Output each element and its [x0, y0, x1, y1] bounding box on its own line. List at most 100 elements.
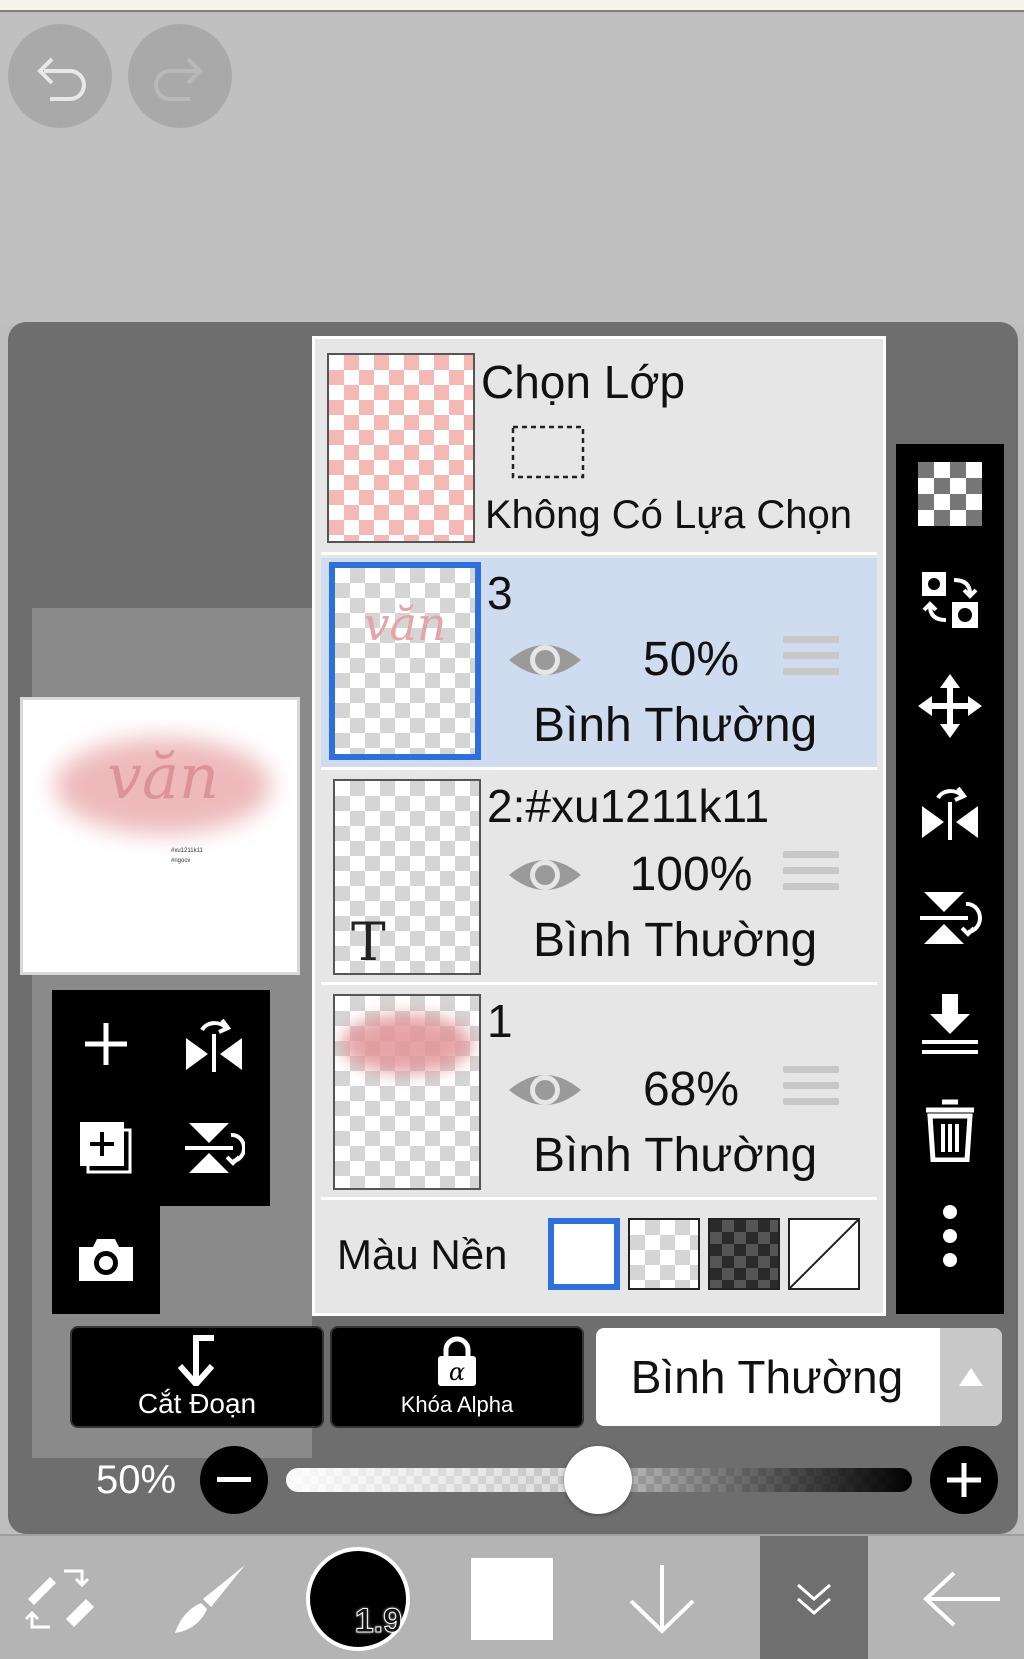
add-copy-layer-button[interactable] [56, 1098, 156, 1198]
opacity-slider-thumb[interactable] [564, 1446, 632, 1514]
camera-icon [79, 1239, 133, 1281]
layer-blend-1: Bình Thường [533, 1129, 818, 1182]
alpha-lock-button[interactable]: α Khóa Alpha [330, 1326, 584, 1428]
plus-icon [947, 1463, 981, 1497]
svg-text:#ngocv: #ngocv [171, 858, 190, 864]
back-button[interactable] [910, 1536, 1014, 1659]
opacity-increase-button[interactable] [930, 1446, 998, 1514]
add-layer-icon [85, 1023, 127, 1065]
arrow-left-icon [923, 1571, 1000, 1626]
background-transparent-swatch[interactable] [628, 1218, 700, 1290]
flip-horizontal-button[interactable] [164, 994, 264, 1094]
flip-vertical-icon [920, 892, 982, 944]
add-copy-icon [80, 1122, 132, 1174]
status-strip [0, 0, 1024, 12]
clip-label: Cắt Đoạn [137, 1388, 257, 1419]
svg-text:#xu1211k11: #xu1211k11 [171, 848, 203, 854]
add-layer-button[interactable] [56, 994, 156, 1094]
undo-button[interactable] [8, 24, 112, 128]
swap-icon [922, 572, 978, 628]
brush-size-button[interactable]: 1.9 [300, 1536, 416, 1659]
drag-handle-icon[interactable] [783, 1066, 839, 1112]
layer-thumbnail-3: văn [329, 562, 481, 760]
layers-list: Chọn Lớp Không Có Lựa Chọn văn 3 50% Bìn… [312, 336, 886, 1316]
opacity-slider-row: 50% [0, 1440, 1024, 1520]
background-none-swatch[interactable] [788, 1218, 860, 1290]
text-layer-icon: T [351, 913, 386, 973]
background-white-swatch[interactable] [548, 1218, 620, 1290]
brush-size-indicator: 1.9 [306, 1546, 410, 1651]
svg-text:văn: văn [363, 597, 446, 651]
layer-row-3[interactable]: văn 3 50% Bình Thường [321, 558, 877, 770]
undo-icon [37, 57, 86, 101]
bottom-toolbar: 1.9 [0, 1534, 1024, 1659]
move-button[interactable] [896, 656, 1004, 756]
selection-marquee-icon [511, 425, 585, 479]
clipping-arrow-icon [177, 1335, 215, 1386]
svg-text:α: α [449, 1358, 465, 1386]
drag-handle-icon[interactable] [783, 851, 839, 897]
flip-horizontal-layer-button[interactable] [896, 762, 1004, 862]
merge-down-button[interactable] [896, 974, 1004, 1074]
color-button[interactable] [460, 1536, 564, 1659]
layer-down-button[interactable] [612, 1536, 712, 1659]
eye-icon[interactable] [507, 1066, 583, 1114]
svg-text:văn: văn [107, 740, 219, 813]
selection-status: Không Có Lựa Chọn [485, 493, 853, 537]
trash-icon [926, 1099, 974, 1162]
flip-vertical-icon [185, 1123, 245, 1173]
selection-thumbnail [327, 353, 475, 543]
camera-button[interactable] [56, 1210, 156, 1310]
layer-thumbnail-2: T [333, 779, 481, 975]
blend-mode-toggle[interactable] [940, 1328, 1002, 1426]
brush-icon [175, 1564, 245, 1633]
swap-button[interactable] [896, 550, 1004, 650]
opacity-value: 50% [96, 1458, 177, 1502]
layer-name-2: 2:#xu1211k11 [487, 780, 770, 832]
opacity-decrease-button[interactable] [200, 1446, 268, 1514]
chevron-double-down-icon [797, 1583, 831, 1615]
flip-vertical-layer-button[interactable] [896, 868, 1004, 968]
eye-icon[interactable] [507, 851, 583, 899]
layer-row-2[interactable]: T 2:#xu1211k11 100% Bình Thường [321, 773, 877, 985]
layer-opacity-3: 50% [642, 633, 740, 686]
selection-layer-row[interactable]: Chọn Lớp Không Có Lựa Chọn [321, 345, 877, 555]
layer-name-3: 3 [487, 567, 513, 619]
background-dark-swatch[interactable] [708, 1218, 780, 1290]
lock-icon: α [438, 1336, 476, 1386]
flip-horizontal-icon [186, 1018, 242, 1072]
transparency-icon [918, 462, 982, 526]
flip-horizontal-icon [922, 786, 978, 840]
clip-button[interactable]: Cắt Đoạn [70, 1326, 324, 1428]
drag-handle-icon[interactable] [783, 636, 839, 682]
blend-mode-value: Bình Thường [630, 1351, 904, 1403]
merge-down-icon [922, 994, 978, 1054]
eye-icon[interactable] [507, 636, 583, 684]
redo-button[interactable] [128, 24, 232, 128]
transparency-button[interactable] [896, 444, 1004, 544]
more-options-button[interactable] [896, 1186, 1004, 1286]
brush-tool-button[interactable] [156, 1536, 266, 1659]
background-label: Màu Nền [337, 1231, 508, 1278]
layers-toggle-button[interactable] [760, 1536, 868, 1659]
canvas-preview[interactable]: văn #xu1211k11 #ngocv [20, 697, 300, 975]
delete-layer-button[interactable] [896, 1080, 1004, 1180]
redo-icon [154, 57, 203, 101]
arrow-down-icon [629, 1564, 695, 1634]
flip-vertical-button[interactable] [164, 1098, 264, 1198]
layer-row-1[interactable]: 1 68% Bình Thường [321, 988, 877, 1200]
color-swatch [471, 1557, 553, 1640]
camera-tile [52, 1206, 160, 1314]
move-icon [918, 674, 982, 738]
brush-eraser-swap-icon [24, 1569, 94, 1628]
alpha-lock-label: Khóa Alpha [400, 1392, 514, 1417]
swap-tools-button[interactable] [10, 1536, 110, 1659]
blend-mode-select[interactable]: Bình Thường [596, 1328, 1002, 1426]
brush-size-value: 1.9 [354, 1601, 402, 1640]
preview-art: văn #xu1211k11 #ngocv [55, 738, 271, 864]
more-icon [943, 1205, 957, 1267]
minus-icon [217, 1477, 251, 1482]
layer-mini-toolbar [52, 990, 270, 1302]
layer-blend-3: Bình Thường [533, 699, 818, 752]
selection-title: Chọn Lớp [481, 356, 686, 408]
